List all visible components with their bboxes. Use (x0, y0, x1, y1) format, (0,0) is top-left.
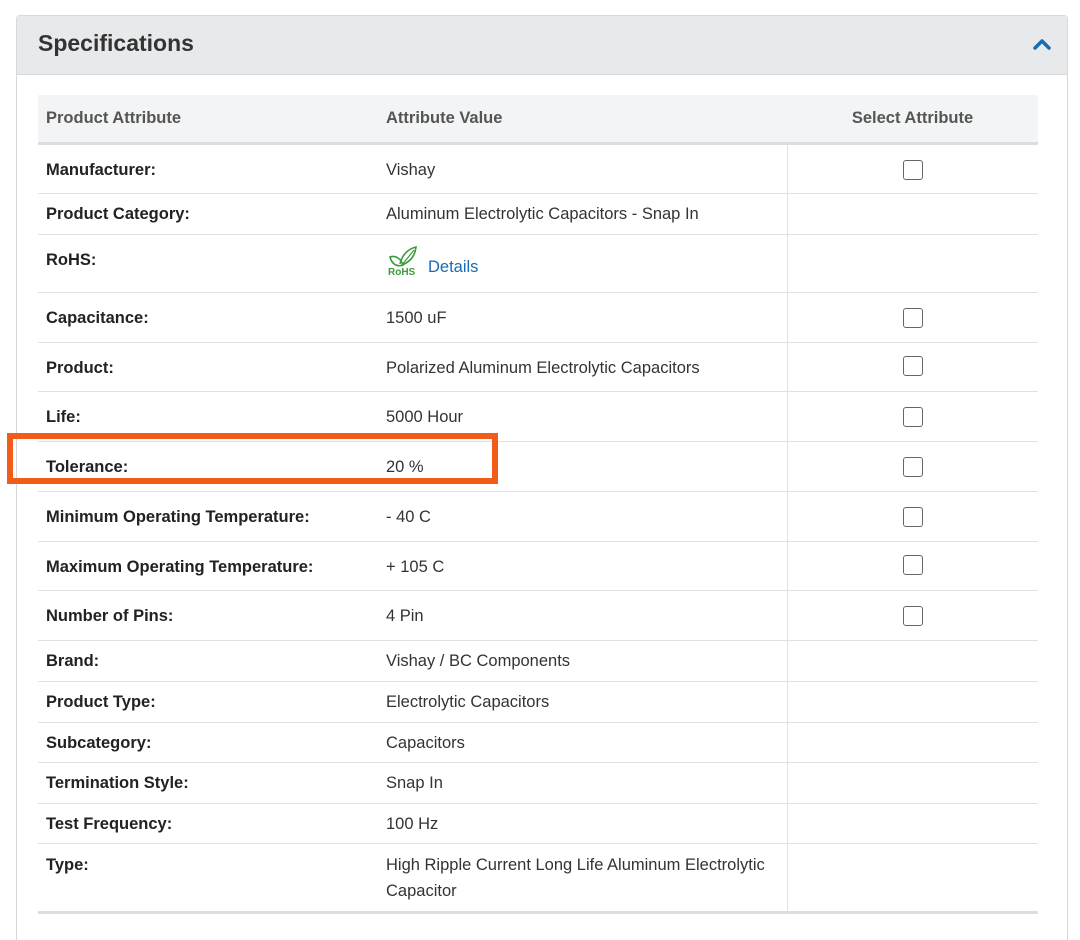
rohs-leaf-icon: RoHS (388, 245, 417, 277)
attribute-value: Aluminum Electrolytic Capacitors - Snap … (378, 193, 787, 235)
select-attribute-checkbox[interactable] (902, 308, 923, 328)
table-row: Type: High Ripple Current Long Life Alumi… (38, 843, 1038, 914)
select-attribute-checkbox[interactable] (902, 606, 923, 626)
attribute-name: Minimum Operating Temperature: (38, 491, 378, 542)
table-row: Life: 5000 Hour (38, 391, 1038, 442)
rohs-indicator: RoHS Details (386, 243, 478, 277)
attribute-value: 1500 uF (378, 292, 787, 343)
attribute-name: Subcategory: (38, 722, 378, 763)
attribute-name: Life: (38, 391, 378, 442)
panel-title: Specifications (38, 30, 194, 56)
table-row: Product: Polarized Aluminum Electrolytic … (38, 342, 1038, 392)
attribute-name: Brand: (38, 640, 378, 682)
attribute-value: - 40 C (378, 491, 787, 542)
table-row: Subcategory: Capacitors (38, 722, 1038, 763)
table-row: Test Frequency: 100 Hz (38, 803, 1038, 844)
table-row: Maximum Operating Temperature: + 105 C (38, 541, 1038, 591)
select-cell (786, 590, 1038, 641)
select-attribute-checkbox[interactable] (902, 507, 923, 527)
attribute-value: 5000 Hour (378, 391, 787, 442)
table-header-row: Product Attribute Attribute Value Select… (38, 95, 1038, 145)
panel-header[interactable]: Specifications (17, 16, 1067, 75)
rohs-logo-text: RoHS (388, 267, 416, 277)
select-attribute-checkbox[interactable] (902, 160, 923, 180)
table-row: Product Type: Electrolytic Capacitors (38, 681, 1038, 723)
header-product-attribute: Product Attribute (38, 95, 378, 145)
attribute-value: Polarized Aluminum Electrolytic Capacito… (378, 342, 787, 392)
table-row: Brand: Vishay / BC Components (38, 640, 1038, 682)
attribute-name: Tolerance: (38, 441, 378, 492)
select-cell (786, 391, 1038, 442)
attribute-name: RoHS: (38, 234, 378, 293)
select-cell (786, 640, 1038, 682)
select-cell (786, 143, 1038, 194)
table-body: Manufacturer: Vishay Product Category: Alum… (38, 143, 1038, 914)
table-row: Manufacturer: Vishay (38, 143, 1038, 194)
attribute-value: 20 % (378, 441, 787, 492)
table-row: RoHS: RoHS Details (38, 234, 1038, 293)
select-cell (786, 681, 1038, 723)
header-attribute-value: Attribute Value (378, 95, 787, 145)
rohs-details-link[interactable]: Details (428, 257, 478, 277)
select-cell (786, 843, 1038, 914)
table-row: Product Category: Aluminum Electrolytic C… (38, 193, 1038, 235)
select-cell (786, 441, 1038, 492)
select-attribute-checkbox[interactable] (902, 356, 923, 376)
select-cell (786, 803, 1038, 844)
chevron-up-icon[interactable] (1033, 38, 1051, 50)
attribute-name: Termination Style: (38, 762, 378, 804)
select-cell (786, 541, 1038, 591)
table-row: Capacitance: 1500 uF (38, 292, 1038, 343)
select-cell (786, 342, 1038, 392)
attribute-name: Capacitance: (38, 292, 378, 343)
table-row: Tolerance: 20 % (38, 441, 1038, 492)
attribute-value: Vishay (378, 143, 787, 194)
select-attribute-checkbox[interactable] (902, 457, 923, 477)
select-cell (786, 722, 1038, 763)
attribute-name: Manufacturer: (38, 143, 378, 194)
specifications-panel: Specifications Product Attribute Attribu… (16, 15, 1068, 940)
attribute-value: High Ripple Current Long Life Aluminum E… (378, 843, 787, 914)
attribute-name: Type: (38, 843, 378, 914)
select-cell (786, 193, 1038, 235)
attribute-value: 100 Hz (378, 803, 787, 844)
select-attribute-checkbox[interactable] (902, 555, 923, 575)
attribute-name: Test Frequency: (38, 803, 378, 844)
select-cell (786, 292, 1038, 343)
table-row: Number of Pins: 4 Pin (38, 590, 1038, 641)
header-select-attribute: Select Attribute (787, 95, 1038, 145)
attribute-value: Capacitors (378, 722, 787, 763)
table-row: Minimum Operating Temperature: - 40 C (38, 491, 1038, 542)
attribute-name: Product Type: (38, 681, 378, 723)
attribute-name: Product Category: (38, 193, 378, 235)
attribute-value: 4 Pin (378, 590, 787, 641)
attribute-value: RoHS Details (378, 234, 787, 293)
select-cell (786, 762, 1038, 804)
specifications-table: Product Attribute Attribute Value Select… (38, 95, 1038, 914)
table-row: Termination Style: Snap In (38, 762, 1038, 804)
attribute-value: Electrolytic Capacitors (378, 681, 787, 723)
attribute-value: Vishay / BC Components (378, 640, 787, 682)
select-attribute-checkbox[interactable] (902, 407, 923, 427)
attribute-name: Product: (38, 342, 378, 392)
select-cell (786, 491, 1038, 542)
select-cell (786, 234, 1038, 293)
attribute-name: Maximum Operating Temperature: (38, 541, 378, 591)
attribute-value: + 105 C (378, 541, 787, 591)
attribute-value: Snap In (378, 762, 787, 804)
attribute-name: Number of Pins: (38, 590, 378, 641)
